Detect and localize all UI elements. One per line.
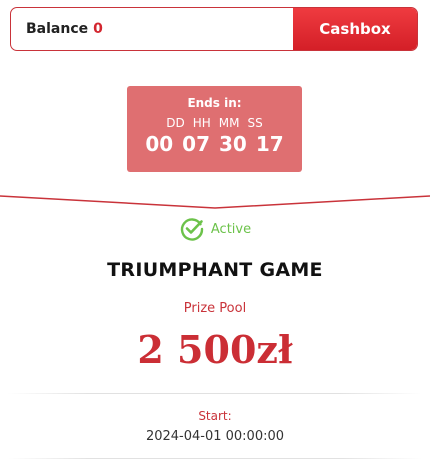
balance-value: 0 (93, 21, 103, 37)
countdown-value-minutes: 30 (219, 132, 247, 156)
start-label: Start: (198, 409, 232, 423)
countdown-unit-hours: HH (192, 116, 211, 130)
balance-bar: Balance 0 Cashbox (10, 7, 418, 51)
prize-pool-label: Prize Pool (183, 301, 247, 316)
divider (8, 458, 422, 459)
countdown-title: Ends in: (187, 96, 242, 110)
game-title: TRIUMPHANT GAME (107, 259, 323, 281)
divider (8, 393, 422, 394)
countdown-unit-days: DD (166, 116, 185, 130)
countdown-values: 00 07 30 17 (127, 132, 302, 156)
check-circle-icon (180, 218, 204, 241)
cashbox-button[interactable]: Cashbox (293, 8, 417, 50)
countdown-panel: Ends in: DD HH MM SS 00 07 30 17 (127, 86, 302, 172)
countdown-units: DD HH MM SS (127, 116, 302, 130)
start-value: 2024-04-01 00:00:00 (145, 429, 285, 444)
countdown-value-seconds: 17 (255, 132, 284, 156)
countdown-unit-seconds: SS (247, 116, 263, 130)
balance-info: Balance 0 (11, 8, 293, 50)
prize-pool-amount: 2 500zł (137, 327, 293, 372)
countdown-value-hours: 07 (182, 132, 210, 156)
countdown-unit-minutes: MM (218, 116, 240, 130)
status-indicator: Active (0, 216, 430, 242)
ribbon-divider (0, 195, 430, 209)
balance-label: Balance (26, 21, 89, 37)
countdown-value-days: 00 (145, 132, 174, 156)
status-text: Active (210, 221, 252, 237)
